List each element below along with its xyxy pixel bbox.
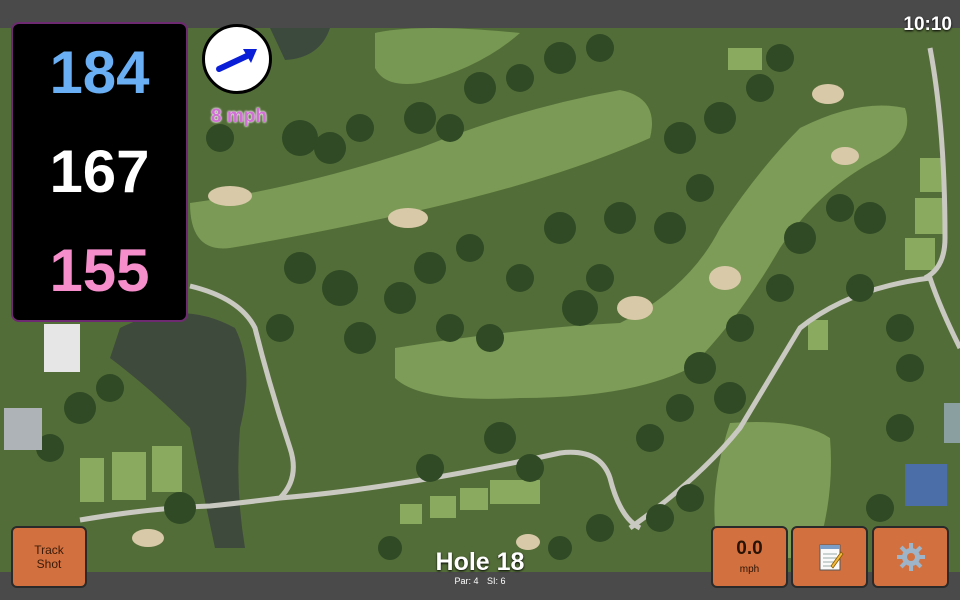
notes-button[interactable]: [791, 526, 868, 588]
track-shot-button[interactable]: Track Shot: [11, 526, 87, 588]
wind-speed-label: 8 mph: [211, 106, 267, 127]
par-label: Par: 4: [454, 576, 479, 586]
golf-gps-screen: 10:10 184 167 155 8 mph Track Shot Hole …: [0, 0, 960, 600]
speed-value: 0.0: [736, 538, 763, 559]
gear-icon: [896, 543, 925, 571]
back-distance: 184: [49, 39, 150, 107]
distance-panel: 184 167 155: [11, 22, 188, 322]
wind-indicator: [202, 24, 272, 94]
hole-info: Par: 4 SI: 6: [380, 576, 580, 586]
hole-title: Hole 18: [435, 548, 525, 576]
wind-arrow-icon: [216, 49, 257, 72]
stroke-index-label: SI: 6: [487, 576, 506, 586]
track-shot-label-line1: Track: [34, 543, 64, 557]
track-shot-label-line2: Shot: [36, 557, 62, 571]
middle-distance: 167: [49, 137, 150, 205]
front-distance: 155: [49, 236, 150, 304]
settings-button[interactable]: [872, 526, 949, 588]
speed-button[interactable]: 0.0 mph: [711, 526, 788, 588]
notepad-icon: [819, 544, 844, 571]
speed-unit: mph: [739, 564, 760, 575]
clock: 10:10: [903, 14, 952, 35]
